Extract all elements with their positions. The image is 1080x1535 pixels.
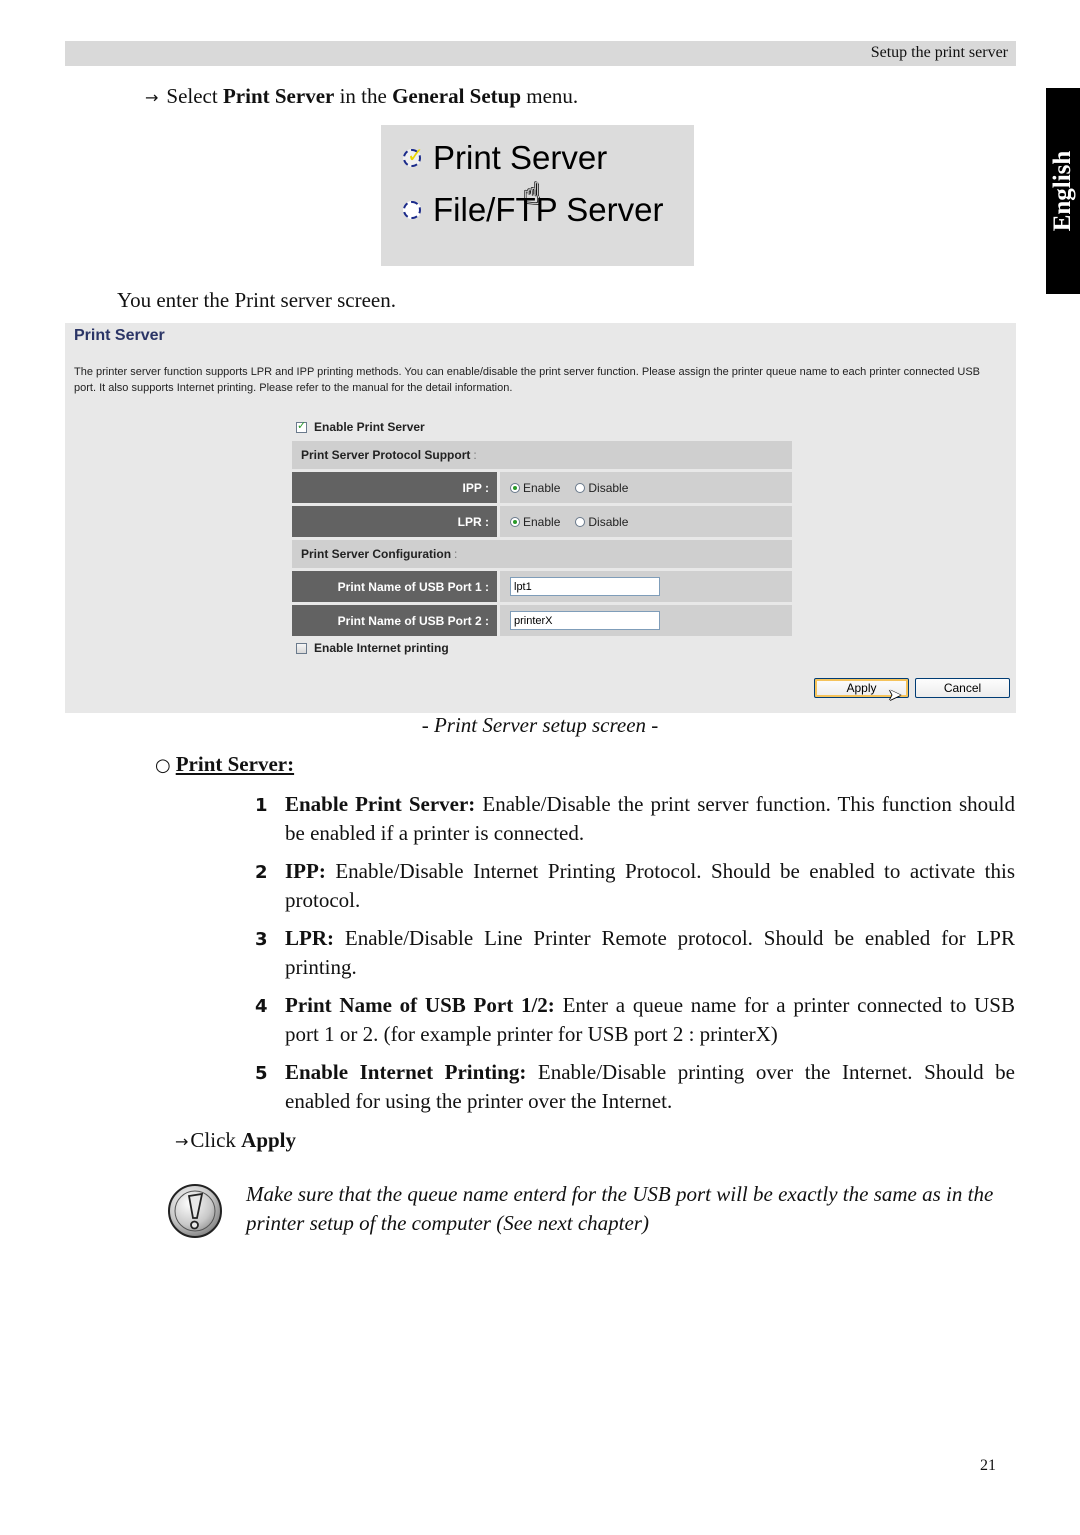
list-number: 3 xyxy=(255,929,268,950)
step-text: Click xyxy=(190,1128,242,1152)
menu-item-file-ftp-server[interactable]: File/FTP Server xyxy=(403,191,663,229)
list-item: 5 Enable Internet Printing: Enable/Disab… xyxy=(255,1058,1015,1116)
ipp-row: IPP : Enable Disable xyxy=(292,472,792,506)
step-bold-apply: Apply xyxy=(241,1128,297,1152)
lpr-row: LPR : Enable Disable xyxy=(292,506,792,540)
list-term: Print Name of USB Port 1/2: xyxy=(285,993,555,1017)
list-item: 4 Print Name of USB Port 1/2: Enter a qu… xyxy=(255,991,1015,1049)
ipp-label: IPP : xyxy=(292,472,500,503)
list-description: Enable/Disable Internet Printing Protoco… xyxy=(285,859,1015,912)
radio-label: Enable xyxy=(523,480,561,495)
list-term: IPP: xyxy=(285,859,326,883)
list-item: 1 Enable Print Server: Enable/Disable th… xyxy=(255,790,1015,848)
cancel-button[interactable]: Cancel xyxy=(915,678,1010,698)
enable-print-server-checkbox[interactable] xyxy=(296,419,307,433)
enable-internet-printing-checkbox-row[interactable]: Enable Internet printing xyxy=(296,641,449,655)
ipp-disable-radio[interactable] xyxy=(575,482,586,493)
menu-item-label: Print Server xyxy=(433,139,608,176)
step-select-print-server: → Select Print Server in the General Setu… xyxy=(145,84,578,109)
usb-port-2-label: Print Name of USB Port 2 : xyxy=(292,605,500,636)
lpr-label: LPR : xyxy=(292,506,500,537)
list-description: Enable/Disable Line Printer Remote proto… xyxy=(285,926,1015,979)
radio-unselected-icon xyxy=(403,201,421,219)
enable-print-server-checkbox-row[interactable]: Enable Print Server xyxy=(296,419,425,434)
enable-internet-printing-checkbox[interactable] xyxy=(296,642,307,654)
warning-exclamation-icon xyxy=(167,1183,223,1239)
enter-screen-text: You enter the Print server screen. xyxy=(117,288,396,312)
usb-port-1-input[interactable] xyxy=(510,577,660,596)
radio-selected-icon: ✓ xyxy=(403,143,424,167)
language-tab: English xyxy=(1046,88,1080,294)
mouse-pointer-cursor-icon: ➤ xyxy=(888,685,902,704)
list-number: 5 xyxy=(255,1063,268,1084)
step-bold-general-setup: General Setup xyxy=(392,84,522,108)
circle-bullet-icon: ○ xyxy=(155,755,171,776)
section-heading: ○ Print Server: xyxy=(155,752,294,777)
list-number: 1 xyxy=(255,795,268,816)
step-text: Select xyxy=(166,84,223,108)
section-label: Print Server Configuration xyxy=(301,547,452,561)
ipp-enable-radio[interactable] xyxy=(510,482,520,493)
step-bold-print-server: Print Server xyxy=(222,84,335,108)
checkbox-label: Enable Internet printing xyxy=(314,641,449,655)
list-term: Enable Internet Printing: xyxy=(285,1060,527,1084)
menu-item-label: File/FTP Server xyxy=(433,191,664,228)
arrow-right-icon: → xyxy=(145,88,159,107)
lpr-enable-radio[interactable] xyxy=(510,516,520,527)
arrow-right-icon: → xyxy=(175,1132,189,1151)
page-number: 21 xyxy=(980,1457,996,1474)
print-server-form: Print Server Protocol Support: IPP : Ena… xyxy=(292,441,792,639)
list-item: 2 IPP: Enable/Disable Internet Printing … xyxy=(255,857,1015,915)
list-number: 2 xyxy=(255,862,268,883)
radio-label: Enable xyxy=(523,514,561,529)
list-item: 3 LPR: Enable/Disable Line Printer Remot… xyxy=(255,924,1015,982)
radio-label: Disable xyxy=(588,514,629,529)
usb-port-2-row: Print Name of USB Port 2 : xyxy=(292,605,792,639)
usb-port-1-label: Print Name of USB Port 1 : xyxy=(292,571,500,602)
section-title: Setup the print server xyxy=(870,44,1008,61)
usb-port-2-input[interactable] xyxy=(510,611,660,630)
language-label: English xyxy=(1049,150,1076,232)
list-term: Enable Print Server: xyxy=(285,792,476,816)
page-header-bar: Setup the print server xyxy=(65,41,1016,66)
screen-title: Print Server xyxy=(74,327,165,344)
configuration-section-header: Print Server Configuration: xyxy=(292,540,792,571)
screen-description: The printer server function supports LPR… xyxy=(74,366,981,394)
section-label: Print Server Protocol Support xyxy=(301,448,471,462)
section-colon: : xyxy=(454,547,458,561)
step-click-apply: →Click Apply xyxy=(175,1128,296,1153)
step-text: menu. xyxy=(521,84,579,108)
print-server-screen: Print Server The printer server function… xyxy=(65,323,1016,713)
list-number: 4 xyxy=(255,996,268,1017)
section-heading-text: Print Server: xyxy=(175,752,295,776)
menu-item-print-server[interactable]: ✓ Print Server ☝ xyxy=(403,139,608,212)
radio-label: Disable xyxy=(588,480,629,495)
figure-caption: - Print Server setup screen - xyxy=(421,713,659,737)
lpr-disable-radio[interactable] xyxy=(575,516,586,527)
section-colon: : xyxy=(473,448,477,462)
step-text: in the xyxy=(334,84,393,108)
general-setup-menu-screenshot: ✓ Print Server ☝ File/FTP Server xyxy=(381,125,694,266)
list-term: LPR: xyxy=(285,926,334,950)
checkbox-label: Enable Print Server xyxy=(314,420,425,434)
usb-port-1-row: Print Name of USB Port 1 : xyxy=(292,571,792,605)
protocol-support-section-header: Print Server Protocol Support: xyxy=(292,441,792,472)
note-text: Make sure that the queue name enterd for… xyxy=(246,1182,994,1235)
